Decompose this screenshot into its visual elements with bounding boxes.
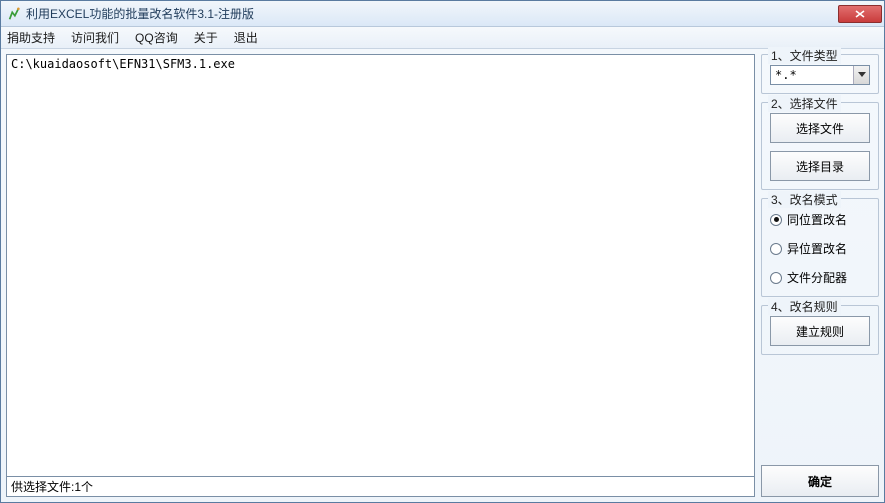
radio-icon xyxy=(770,214,782,226)
select-dir-button[interactable]: 选择目录 xyxy=(770,151,870,181)
main-window: 利用EXCEL功能的批量改名软件3.1-注册版 捐助支持 访问我们 QQ咨询 关… xyxy=(0,0,885,503)
menu-donate[interactable]: 捐助支持 xyxy=(7,29,55,46)
menu-about[interactable]: 关于 xyxy=(194,29,218,46)
group-title-select-files: 2、选择文件 xyxy=(768,95,841,112)
confirm-button[interactable]: 确定 xyxy=(761,465,879,497)
select-file-button[interactable]: 选择文件 xyxy=(770,113,870,143)
group-rename-mode: 3、改名模式 同位置改名 异位置改名 文件分配器 xyxy=(761,198,879,297)
radio-different-location[interactable]: 异位置改名 xyxy=(770,238,870,259)
menu-visit[interactable]: 访问我们 xyxy=(71,29,119,46)
build-rule-button[interactable]: 建立规则 xyxy=(770,316,870,346)
menubar: 捐助支持 访问我们 QQ咨询 关于 退出 xyxy=(1,27,884,49)
group-select-files: 2、选择文件 选择文件 选择目录 xyxy=(761,102,879,190)
file-list[interactable]: C:\kuaidaosoft\EFN31\SFM3.1.exe xyxy=(7,55,754,476)
radio-same-location[interactable]: 同位置改名 xyxy=(770,209,870,230)
group-title-file-type: 1、文件类型 xyxy=(768,47,841,64)
chevron-down-icon xyxy=(853,66,869,84)
right-panel: 1、文件类型 *.* 2、选择文件 选择文件 选择目录 xyxy=(761,54,879,497)
confirm-button-label: 确定 xyxy=(808,473,832,490)
radio-icon xyxy=(770,272,782,284)
file-list-pane: C:\kuaidaosoft\EFN31\SFM3.1.exe 供选择文件:1个 xyxy=(6,54,755,497)
list-item[interactable]: C:\kuaidaosoft\EFN31\SFM3.1.exe xyxy=(11,57,750,71)
radio-label: 文件分配器 xyxy=(787,269,847,286)
group-title-rename-mode: 3、改名模式 xyxy=(768,191,841,208)
status-text: 供选择文件:1个 xyxy=(7,476,754,496)
menu-qq[interactable]: QQ咨询 xyxy=(135,29,178,46)
radio-label: 异位置改名 xyxy=(787,240,847,257)
build-rule-button-label: 建立规则 xyxy=(796,323,844,340)
close-icon xyxy=(854,10,866,18)
file-type-select[interactable]: *.* xyxy=(770,65,870,85)
group-file-type: 1、文件类型 *.* xyxy=(761,54,879,94)
radio-file-distributor[interactable]: 文件分配器 xyxy=(770,267,870,288)
radio-icon xyxy=(770,243,782,255)
titlebar: 利用EXCEL功能的批量改名软件3.1-注册版 xyxy=(1,1,884,27)
app-icon xyxy=(7,7,21,21)
radio-label: 同位置改名 xyxy=(787,211,847,228)
menu-exit[interactable]: 退出 xyxy=(234,29,258,46)
select-dir-button-label: 选择目录 xyxy=(796,158,844,175)
confirm-area: 确定 xyxy=(761,465,879,497)
select-file-button-label: 选择文件 xyxy=(796,120,844,137)
group-title-rename-rule: 4、改名规则 xyxy=(768,298,841,315)
close-button[interactable] xyxy=(838,5,882,23)
content-area: C:\kuaidaosoft\EFN31\SFM3.1.exe 供选择文件:1个… xyxy=(1,49,884,502)
group-rename-rule: 4、改名规则 建立规则 xyxy=(761,305,879,355)
window-title: 利用EXCEL功能的批量改名软件3.1-注册版 xyxy=(26,5,838,22)
